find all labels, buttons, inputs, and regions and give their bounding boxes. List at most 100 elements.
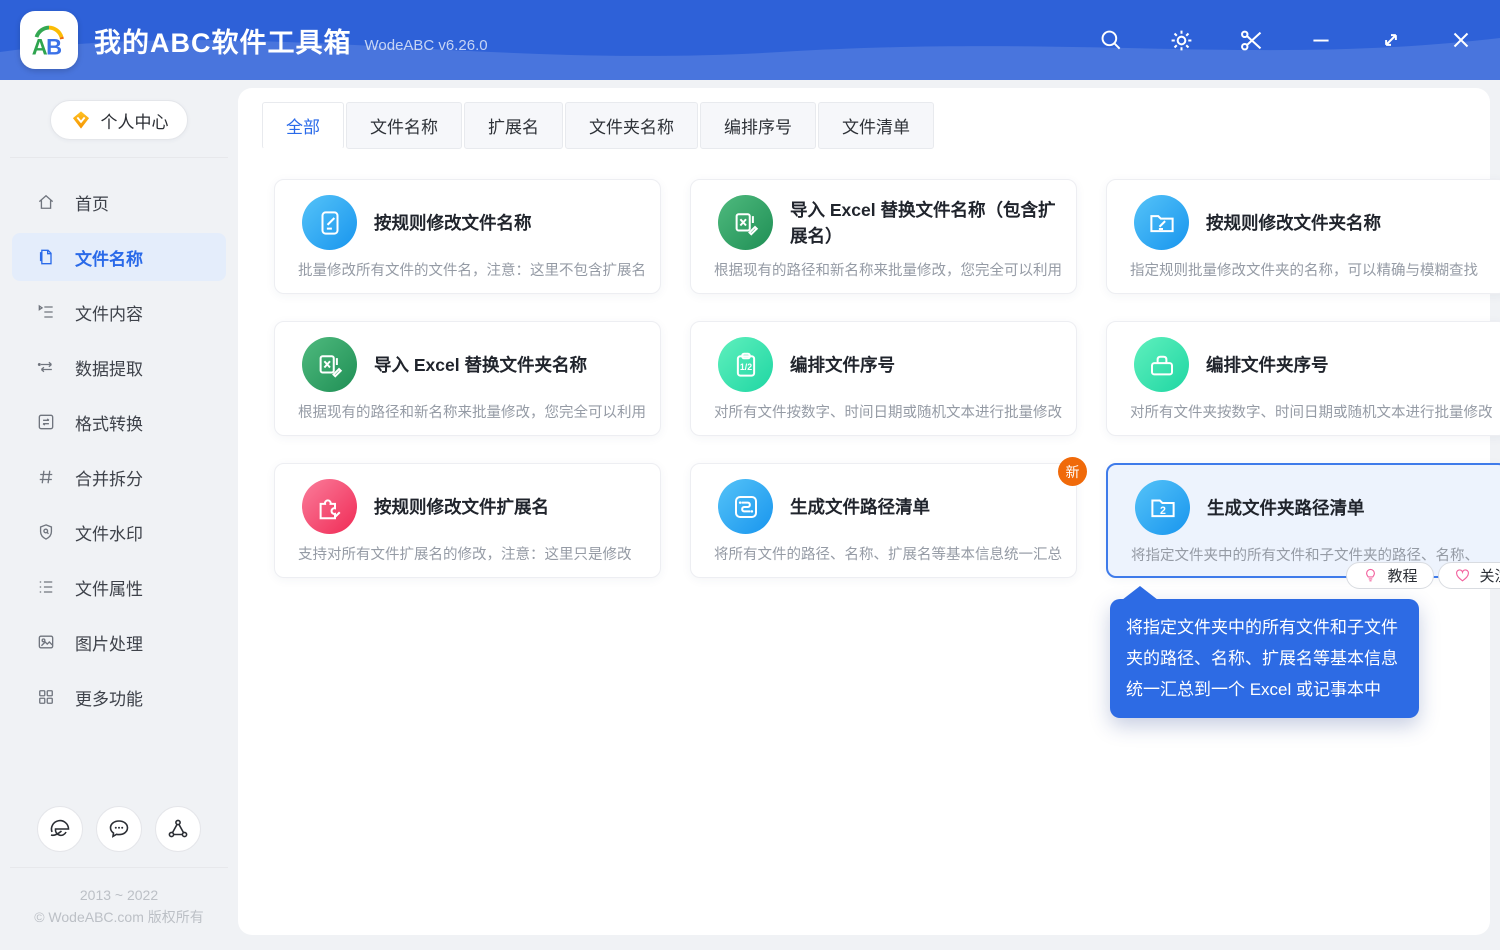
lightbulb-icon [1366, 568, 1376, 582]
feature-title: 按规则修改文件扩展名 [374, 496, 549, 517]
copyright-years: 2013 ~ 2022 [79, 887, 159, 903]
clipboard-12-icon: 1/2 [718, 337, 773, 392]
sidebar-item-label: 文件属性 [75, 579, 143, 599]
card-rename-extension[interactable]: 按规则修改文件扩展名 支持对所有文件扩展名的修改，注意：这里只是修改 [274, 463, 661, 578]
shield-search-icon [39, 524, 53, 540]
card-excel-rename-folder[interactable]: 导入 Excel 替换文件夹名称 根据现有的路径和新名称来批量修改，您完全可以利… [274, 321, 661, 436]
sidebar-item-file-props[interactable]: 文件属性 [12, 563, 226, 611]
category-tabs: 全部 文件名称 扩展名 文件夹名称 编排序号 文件清单 [238, 88, 1490, 149]
card-serial-folder[interactable]: 编排文件夹序号 对所有文件夹按数字、时间日期或随机文本进行批量修改 [1106, 321, 1500, 436]
sidebar-item-merge-split[interactable]: 合并拆分 [12, 453, 226, 501]
tutorial-button[interactable]: 教程 [1346, 562, 1434, 589]
feature-title: 生成文件路径清单 [790, 496, 930, 517]
feature-desc: 根据现有的路径和新名称来批量修改，您完全可以利用 [714, 263, 1062, 279]
feature-tooltip: 将指定文件夹中的所有文件和子文件夹的路径、名称、扩展名等基本信息统一汇总到一个 … [1110, 586, 1419, 718]
feature-desc: 对所有文件按数字、时间日期或随机文本进行批量修改 [714, 405, 1062, 421]
svg-text:B: B [46, 34, 62, 59]
maximize-button[interactable] [1374, 23, 1408, 57]
feature-desc: 批量修改所有文件的文件名，注意：这里不包含扩展名 [298, 263, 646, 279]
card-folder-path-list[interactable]: 2 生成文件夹路径清单 将指定文件夹中的所有文件和子文件夹的路径、名称、 教程 [1106, 463, 1500, 718]
sidebar-item-label: 更多功能 [75, 689, 143, 709]
swap-arrows-icon [37, 361, 52, 373]
app-logo: A B [20, 11, 78, 69]
puzzle-edit-icon [302, 479, 357, 534]
card-file-path-list[interactable]: 新 生成文件路径清单 将所有文件的路径、名称、扩展名等基本信息统一汇总 [690, 457, 1087, 578]
card-rename-folder[interactable]: 按规则修改文件夹名称 指定规则批量修改文件夹的名称，可以精确与模糊查找 [1106, 179, 1500, 294]
search-icon [1101, 30, 1121, 50]
sidebar-footer: 2013 ~ 2022 © WodeABC.com 版权所有 [0, 806, 238, 950]
tab-folder-name[interactable]: 文件夹名称 [565, 102, 698, 149]
feature-title: 编排文件夹序号 [1206, 354, 1329, 375]
svg-text:1/2: 1/2 [739, 361, 751, 371]
copyright-owner: © WodeABC.com 版权所有 [34, 909, 204, 925]
footer-divider [10, 867, 228, 868]
ie-browser-icon [50, 819, 70, 837]
sidebar: 个人中心 首页 文件名称 文件内容 数据提取 格式转换 合并拆分 文件水印 文件… [0, 80, 238, 950]
feature-desc: 对所有文件夹按数字、时间日期或随机文本进行批量修改 [1130, 405, 1493, 421]
image-icon [38, 635, 54, 649]
gem-icon [72, 111, 89, 129]
card-serial-file[interactable]: 1/2 编排文件序号 对所有文件按数字、时间日期或随机文本进行批量修改 [690, 321, 1077, 436]
tab-extension[interactable]: 扩展名 [464, 102, 563, 149]
new-badge: 新 [1058, 457, 1087, 486]
excel-edit-icon [718, 195, 773, 250]
file-edit-icon [302, 195, 357, 250]
feature-desc: 将指定文件夹中的所有文件和子文件夹的路径、名称、 [1131, 548, 1479, 564]
scissors-icon [1240, 30, 1261, 50]
grid-icon [39, 690, 53, 704]
sidebar-item-home[interactable]: 首页 [12, 178, 226, 226]
settings-gear-icon [1171, 30, 1191, 50]
tab-file-name[interactable]: 文件名称 [346, 102, 462, 149]
route-icon [718, 479, 773, 534]
sidebar-item-label: 格式转换 [75, 414, 143, 434]
personal-center-label: 个人中心 [100, 112, 169, 132]
feature-desc: 支持对所有文件扩展名的修改，注意：这里只是修改 [298, 547, 632, 563]
feedback-chat-button[interactable] [96, 806, 142, 852]
browser-link-button[interactable] [37, 806, 83, 852]
sidebar-item-format-convert[interactable]: 格式转换 [12, 398, 226, 446]
card-excel-rename-file[interactable]: 导入 Excel 替换文件名称（包含扩展名） 根据现有的路径和新名称来批量修改，… [690, 179, 1077, 294]
close-button[interactable] [1444, 23, 1478, 57]
excel-edit-icon [302, 337, 357, 392]
sidebar-item-watermark[interactable]: 文件水印 [12, 508, 226, 556]
sidebar-item-label: 合并拆分 [75, 469, 143, 489]
card-rename-file[interactable]: 按规则修改文件名称 批量修改所有文件的文件名，注意：这里不包含扩展名 [274, 179, 661, 294]
sidebar-item-file-name[interactable]: 文件名称 [12, 233, 226, 281]
share-button[interactable] [155, 806, 201, 852]
convert-box-icon [38, 414, 54, 430]
sidebar-item-label: 文件内容 [75, 304, 143, 324]
search-button[interactable] [1094, 23, 1128, 57]
tutorial-label: 教程 [1387, 568, 1418, 585]
feature-title: 导入 Excel 替换文件夹名称 [374, 354, 587, 375]
share-network-icon [168, 819, 188, 838]
minimize-icon [1313, 39, 1329, 42]
tab-serial-number[interactable]: 编排序号 [700, 102, 816, 149]
folder-edit-icon [1134, 195, 1189, 250]
sidebar-item-file-content[interactable]: 文件内容 [12, 288, 226, 336]
app-title: 我的ABC软件工具箱 [94, 27, 352, 58]
sidebar-item-data-extract[interactable]: 数据提取 [12, 343, 226, 391]
heart-icon [1456, 569, 1470, 582]
hash-icon [39, 470, 53, 484]
screenshot-button[interactable] [1234, 23, 1268, 57]
sidebar-item-label: 图片处理 [75, 634, 143, 654]
feature-desc: 根据现有的路径和新名称来批量修改，您完全可以利用 [298, 405, 646, 421]
follow-label: 关注 [1479, 568, 1500, 585]
personal-center-button[interactable]: 个人中心 [50, 100, 188, 140]
follow-button[interactable]: 关注 [1438, 562, 1500, 589]
tab-file-list[interactable]: 文件清单 [818, 102, 934, 149]
feature-title: 导入 Excel 替换文件名称（包含扩展名） [790, 199, 1056, 246]
sidebar-item-image[interactable]: 图片处理 [12, 618, 226, 666]
feature-card-grid: 按规则修改文件名称 批量修改所有文件的文件名，注意：这里不包含扩展名 导入 Ex… [274, 179, 1500, 718]
file-icon [39, 249, 52, 265]
sidebar-nav: 首页 文件名称 文件内容 数据提取 格式转换 合并拆分 文件水印 文件属性 图片… [0, 178, 238, 806]
feature-desc: 指定规则批量修改文件夹的名称，可以精确与模糊查找 [1130, 263, 1478, 279]
settings-button[interactable] [1164, 23, 1198, 57]
main-panel: 全部 文件名称 扩展名 文件夹名称 编排序号 文件清单 按规则修改文件名称 批量… [238, 88, 1500, 935]
sidebar-item-more[interactable]: 更多功能 [12, 673, 226, 721]
folder-route-icon: 2 [1135, 480, 1190, 535]
list-indent-icon [38, 304, 53, 318]
minimize-button[interactable] [1304, 23, 1338, 57]
tab-all[interactable]: 全部 [262, 102, 344, 149]
sidebar-item-label: 文件水印 [75, 524, 143, 544]
